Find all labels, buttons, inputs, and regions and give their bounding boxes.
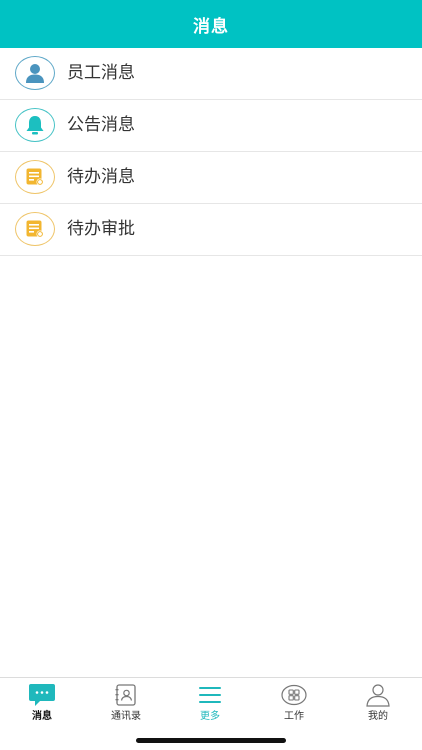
- list-item-label: 公告消息: [67, 115, 135, 135]
- message-category-list: 员工消息 公告消息 待办消息 待办审批: [0, 48, 422, 256]
- list-item-announcements[interactable]: 公告消息: [0, 100, 422, 152]
- tab-label: 工作: [284, 711, 304, 722]
- grid-icon: [281, 682, 307, 708]
- user-icon: [365, 682, 391, 708]
- list-item-todo-messages[interactable]: 待办消息: [0, 152, 422, 204]
- chat-bubble-icon: [28, 682, 56, 708]
- tab-more[interactable]: 更多: [168, 682, 252, 726]
- tab-work[interactable]: 工作: [252, 682, 336, 726]
- tab-label: 通讯录: [111, 711, 141, 722]
- tab-label: 更多: [200, 711, 220, 722]
- tab-contacts[interactable]: 通讯录: [84, 682, 168, 726]
- home-indicator: [136, 738, 286, 743]
- list-item-pending-approvals[interactable]: 待办审批: [0, 204, 422, 256]
- page-title: 消息: [193, 16, 229, 37]
- tab-label: 消息: [32, 711, 52, 722]
- bell-icon: [15, 108, 55, 142]
- nav-header: 消息: [0, 0, 422, 48]
- tab-label: 我的: [368, 711, 388, 722]
- menu-lines-icon: [198, 682, 222, 708]
- list-item-label: 待办审批: [67, 219, 135, 239]
- list-item-employee-messages[interactable]: 员工消息: [0, 48, 422, 100]
- list-item-label: 待办消息: [67, 167, 135, 187]
- messages-screen: 消息 员工消息 公告消息 待办消息 待办审批 消息 通讯录 更多 工作 我的: [0, 0, 422, 750]
- person-icon: [15, 56, 55, 90]
- tab-messages[interactable]: 消息: [0, 682, 84, 726]
- memo-icon: [15, 160, 55, 194]
- list-item-label: 员工消息: [67, 63, 135, 83]
- tab-mine[interactable]: 我的: [336, 682, 420, 726]
- contacts-book-icon: [114, 682, 138, 708]
- memo-icon: [15, 212, 55, 246]
